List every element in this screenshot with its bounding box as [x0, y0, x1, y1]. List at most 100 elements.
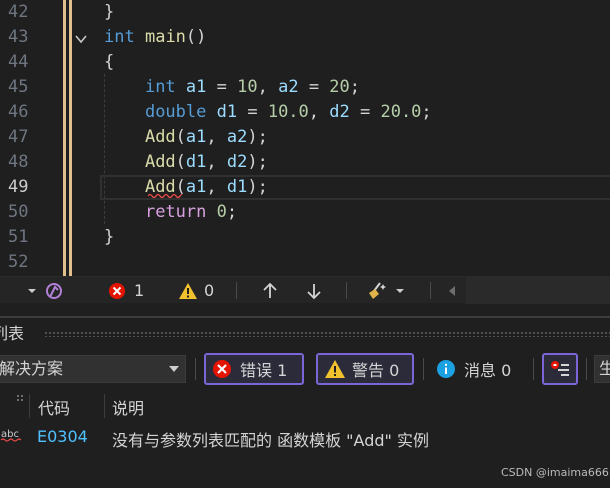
code-token: ); — [247, 127, 268, 147]
sort-handle-icon[interactable] — [16, 394, 26, 404]
code-line[interactable]: 43 int main() — [0, 25, 610, 50]
code-line[interactable]: 46 double d1 = 10.0, d2 = 20.0; — [0, 100, 610, 125]
code-text: int a1 = 10, a2 = 20; — [104, 75, 360, 100]
column-header-description[interactable]: 说明 — [112, 395, 144, 419]
messages-filter-button[interactable]: 消息 0 — [436, 353, 526, 385]
line-number: 51 — [8, 227, 29, 247]
error-icon — [109, 282, 125, 299]
code-token: double — [144, 102, 207, 122]
code-token: d2 — [329, 102, 350, 122]
arrow-up-icon — [263, 282, 277, 298]
column-divider[interactable] — [29, 394, 30, 418]
errors-filter-button[interactable]: 错误 1 — [204, 353, 304, 385]
code-token: 10 — [237, 77, 258, 97]
scope-select-value: 解决方案 — [0, 359, 64, 378]
intellicode-icon — [46, 282, 62, 299]
code-editor[interactable]: 42} 43 int main() 44 {45 int a1 = 10, a2 = 2… — [0, 0, 610, 276]
code-token: 20.0 — [380, 102, 422, 122]
code-token: = — [206, 77, 238, 97]
code-text: Add(d1, d2); — [104, 150, 268, 175]
scope-select[interactable]: 解决方案 — [0, 355, 186, 383]
code-line[interactable]: 42} — [0, 0, 610, 25]
scroll-left-button[interactable] — [446, 277, 458, 304]
errors-filter-label: 错误 1 — [240, 361, 288, 380]
code-token: = — [298, 77, 330, 97]
error-list-title-bar: 列表 — [0, 316, 610, 346]
chevron-down-icon — [169, 366, 179, 372]
code-token: Add — [144, 127, 176, 147]
code-line[interactable]: 49 Add(a1, d1); — [0, 175, 610, 200]
arrow-down-icon — [307, 283, 321, 299]
code-token: () — [185, 27, 207, 47]
next-issue-button[interactable] — [306, 277, 322, 304]
error-squiggle — [148, 193, 182, 198]
line-number: 48 — [8, 152, 29, 172]
code-token: d2 — [226, 152, 248, 172]
column-divider[interactable] — [104, 394, 105, 418]
build-intellisense-filter-button[interactable] — [542, 353, 578, 385]
previous-issue-button[interactable] — [262, 277, 278, 304]
code-token: ; — [349, 77, 361, 97]
line-number: 43 — [8, 27, 29, 47]
error-list-toolbar: 解决方案 错误 1 警告 0 消息 0 生 — [0, 346, 610, 392]
code-text: double d1 = 10.0, d2 = 20.0; — [104, 100, 432, 125]
code-token: , — [206, 177, 227, 197]
zoom-dropdown[interactable] — [26, 277, 38, 304]
warning-count-indicator[interactable]: 0 — [178, 277, 214, 304]
info-icon — [437, 360, 455, 378]
code-token: { — [104, 52, 115, 72]
line-number: 52 — [8, 252, 29, 272]
code-line[interactable]: 47 Add(a1, a2); — [0, 125, 610, 150]
error-code-link[interactable]: E0304 — [37, 427, 88, 446]
build-source-select-value: 生 — [599, 359, 610, 378]
code-token: a1 — [185, 77, 207, 97]
divider — [346, 282, 347, 299]
warnings-filter-label: 警告 0 — [352, 361, 400, 380]
build-source-select[interactable]: 生 — [594, 355, 610, 383]
code-token: } — [104, 227, 115, 247]
editor-status-strip: 1 0 — [0, 276, 610, 304]
code-line[interactable]: 52 — [0, 250, 610, 275]
code-token: 0 — [216, 202, 227, 222]
code-token: ( — [175, 152, 186, 172]
code-text: } — [104, 225, 114, 250]
code-line[interactable]: 50 return 0; — [0, 200, 610, 225]
code-cleanup-broom-button[interactable] — [366, 277, 406, 304]
caret-left-icon — [449, 285, 455, 296]
code-token: ; — [226, 202, 238, 222]
line-number: 46 — [8, 102, 29, 122]
divider — [423, 358, 424, 380]
horizontal-scrollbar[interactable] — [466, 277, 610, 304]
broom-icon — [369, 281, 386, 299]
code-token: Add — [144, 152, 176, 172]
column-header-code[interactable]: 代码 — [38, 395, 70, 419]
code-token: return — [144, 202, 207, 222]
code-text: } — [104, 0, 114, 25]
caret-down-icon — [28, 288, 36, 293]
warnings-filter-button[interactable]: 警告 0 — [316, 353, 414, 385]
drag-handle[interactable] — [44, 331, 610, 337]
error-count-indicator[interactable]: 1 — [108, 277, 144, 304]
code-line[interactable]: 48 Add(d1, d2); — [0, 150, 610, 175]
messages-filter-label: 消息 0 — [464, 361, 512, 380]
error-row[interactable]: abc E0304 没有与参数列表匹配的 函数模板 "Add" 实例 — [0, 422, 610, 452]
code-line[interactable]: 45 int a1 = 10, a2 = 20; — [0, 75, 610, 100]
code-line[interactable]: 51} — [0, 225, 610, 250]
code-token: d1 — [226, 177, 248, 197]
line-number: 45 — [8, 77, 29, 97]
code-line[interactable]: 44 { — [0, 50, 610, 75]
warning-icon — [179, 282, 197, 299]
code-token: } — [104, 2, 115, 22]
code-token: = — [237, 102, 268, 122]
line-number: 44 — [8, 52, 29, 72]
spelling-abc-icon: abc — [0, 429, 22, 442]
code-cleanup-button[interactable] — [44, 277, 64, 304]
